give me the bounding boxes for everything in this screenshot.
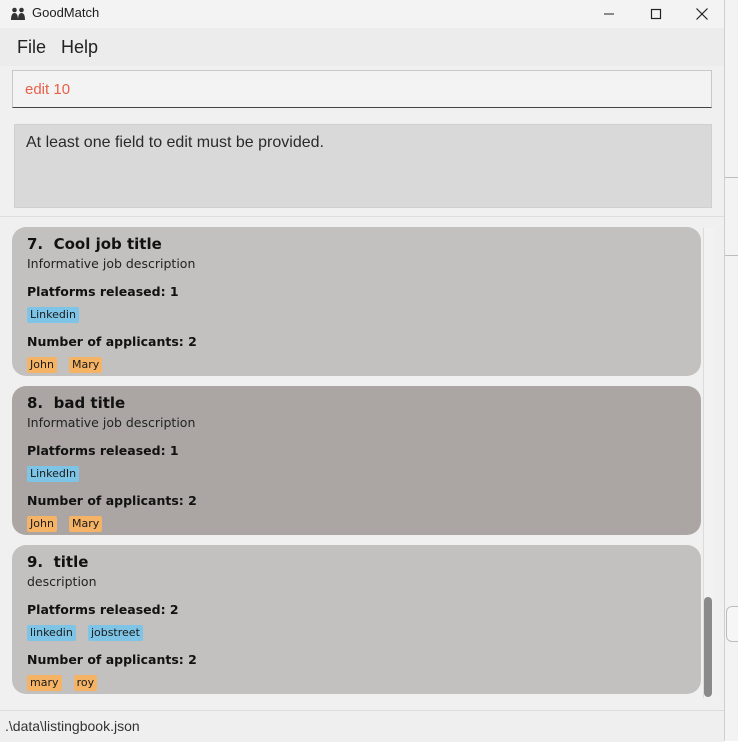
minimize-button[interactable] <box>586 0 632 28</box>
applicant-tag: John <box>27 516 57 532</box>
applicant-tags: John Mary <box>27 512 686 532</box>
minimize-icon <box>604 13 614 15</box>
menu-help[interactable]: Help <box>61 37 98 58</box>
maximize-button[interactable] <box>633 0 679 28</box>
applicant-tags: mary roy <box>27 671 686 691</box>
listing-index: 8. <box>27 394 44 412</box>
background-field <box>726 606 738 642</box>
listing-title: 8. bad title <box>27 394 686 412</box>
command-input[interactable]: edit 10 <box>12 70 712 108</box>
platform-tag: linkedin <box>27 625 76 641</box>
app-logo-icon <box>11 7 25 20</box>
applicants-label: Number of applicants: 2 <box>27 334 197 349</box>
close-button[interactable] <box>679 0 725 28</box>
listing-index: 7. <box>27 235 44 253</box>
platforms-label: Platforms released: 1 <box>27 284 179 299</box>
window-title: GoodMatch <box>32 5 100 20</box>
listing-title-text: bad title <box>53 394 126 412</box>
listing-title-text: Cool job title <box>53 235 162 253</box>
background-divider <box>724 255 738 256</box>
listing-description: Informative job description <box>27 256 196 271</box>
listing-list-panel: 7. Cool job title Informative job descri… <box>0 217 724 710</box>
platforms-label: Platforms released: 1 <box>27 443 179 458</box>
listing-title: 9. title <box>27 553 686 571</box>
applicant-tag: mary <box>27 675 62 691</box>
platform-tags: linkedin jobstreet <box>27 621 686 641</box>
list-scrollbar-thumb[interactable] <box>704 597 712 697</box>
listing-card[interactable]: 7. Cool job title Informative job descri… <box>12 227 701 376</box>
title-bar: GoodMatch <box>0 0 724 28</box>
platform-tag: LinkedIn <box>27 466 80 482</box>
applicant-tag: Mary <box>69 516 103 532</box>
listing-description: description <box>27 574 97 589</box>
background-divider <box>724 177 738 178</box>
platform-tags: Linkedin <box>27 303 686 323</box>
platform-tag: Linkedin <box>27 307 79 323</box>
menu-bar: File Help <box>0 28 724 66</box>
data-file-path: .\data\listingbook.json <box>5 718 140 734</box>
platform-tag: jobstreet <box>87 625 143 641</box>
listing-card-selected[interactable]: 8. bad title Informative job description… <box>12 386 701 535</box>
maximize-icon <box>650 8 662 20</box>
applicants-label: Number of applicants: 2 <box>27 493 197 508</box>
listing-index: 9. <box>27 553 44 571</box>
listing-card[interactable]: 9. title description Platforms released:… <box>12 545 701 694</box>
result-message: At least one field to edit must be provi… <box>26 134 324 151</box>
close-icon <box>696 8 708 20</box>
listing-title-text: title <box>53 553 89 571</box>
listing-description: Informative job description <box>27 415 196 430</box>
applicant-tag: Mary <box>69 357 103 373</box>
applicant-tag: roy <box>73 675 98 691</box>
applicant-tags: John Mary <box>27 353 686 373</box>
platform-tags: LinkedIn <box>27 462 686 482</box>
app-window: GoodMatch File Help edit 10 At least one… <box>0 0 725 742</box>
applicant-tag: John <box>27 357 57 373</box>
applicants-label: Number of applicants: 2 <box>27 652 197 667</box>
menu-file[interactable]: File <box>17 37 46 58</box>
listing-title: 7. Cool job title <box>27 235 686 253</box>
status-bar: .\data\listingbook.json <box>0 710 724 742</box>
command-input-text: edit 10 <box>25 81 71 98</box>
result-display: At least one field to edit must be provi… <box>14 124 712 208</box>
platforms-label: Platforms released: 2 <box>27 602 179 617</box>
